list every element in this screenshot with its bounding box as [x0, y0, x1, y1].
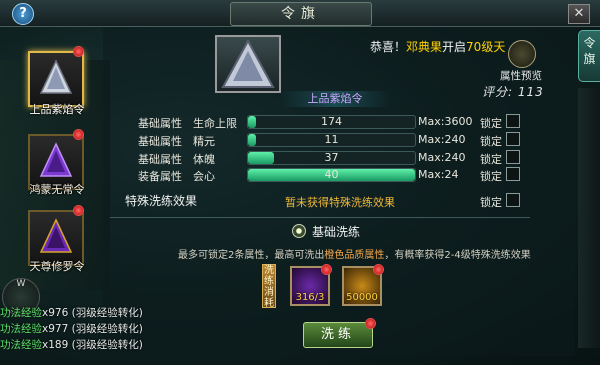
lock-checkbox[interactable]	[506, 167, 520, 181]
notification-dot	[73, 46, 84, 57]
score-value: 113	[517, 85, 544, 99]
item-display	[215, 35, 281, 93]
announcement: 恭喜！邓典果开启70级天	[370, 38, 505, 55]
flag-label-1: 上品紫焰令	[29, 103, 85, 116]
lock-label: 锁定	[480, 196, 502, 209]
special-lock-row: 锁定	[110, 192, 530, 210]
attribute-max: Max:240	[418, 133, 466, 146]
notification-dot	[73, 205, 84, 216]
log-prefix: 功法经验	[0, 307, 42, 319]
attribute-preview-link[interactable]: 属性预览	[500, 68, 542, 83]
lock-checkbox[interactable]	[506, 150, 520, 164]
attribute-row: 基础属性 生命上限 174 Max:3600 锁定	[110, 113, 530, 131]
notice-player: 邓典果	[406, 40, 443, 54]
tab-lingqi[interactable]: 令旗	[578, 30, 600, 82]
notice-prefix: 恭喜！	[370, 40, 407, 54]
lock-label: 锁定	[480, 117, 502, 130]
lock-label: 锁定	[480, 170, 502, 183]
attribute-max: Max:24	[418, 168, 459, 181]
attribute-row: 装备属性 会心 40 Max:24 锁定	[110, 166, 530, 184]
gold-coin-icon[interactable]: 50000	[342, 264, 384, 306]
divider	[110, 217, 530, 218]
attribute-row: 基础属性 精元 11 Max:240 锁定	[110, 131, 530, 149]
notice-highlight: 70级天	[466, 40, 506, 54]
flag-gem-icon	[39, 142, 73, 177]
log-text: x189 (羽级经验转化)	[42, 339, 143, 351]
flag-gem-icon	[39, 218, 73, 253]
notification-dot	[365, 318, 376, 329]
flag-label-2: 鸿蒙无常令	[29, 183, 85, 196]
radio-selected-icon[interactable]	[292, 224, 306, 238]
chat-log-line: 功法经验x976 (羽级经验转化)	[0, 305, 143, 320]
desc-part1: 最多可锁定2条属性，最高可洗出	[178, 250, 325, 261]
tab-label: 令旗	[583, 36, 596, 66]
score: 评分: 113	[482, 83, 544, 100]
lock-label: 锁定	[480, 153, 502, 166]
basic-wash-label: 基础洗练	[312, 225, 361, 239]
log-text: x977 (羽级经验转化)	[42, 323, 143, 335]
attribute-category: 装备属性	[138, 170, 182, 183]
resource-count: 316/3	[295, 292, 325, 303]
attribute-name: 生命上限	[193, 117, 237, 130]
resource-count: 50000	[346, 292, 378, 303]
wash-description: 最多可锁定2条属性，最高可洗出橙色品质属性，有概率获得2-4级特殊洗练效果	[178, 246, 531, 261]
close-button[interactable]: ✕	[568, 4, 590, 24]
desc-highlight: 橙色品质属性	[324, 250, 385, 261]
item-name: 上品紫焰令	[280, 91, 390, 107]
log-prefix: 功法经验	[0, 323, 42, 335]
chat-log-line: 功法经验x189 (羽级经验转化)	[0, 337, 143, 352]
notice-middle: 开启	[442, 40, 467, 54]
lock-checkbox[interactable]	[506, 132, 520, 146]
lock-checkbox[interactable]	[506, 114, 520, 128]
attribute-category: 基础属性	[138, 153, 182, 166]
attribute-max: Max:240	[418, 151, 466, 164]
attribute-category: 基础属性	[138, 135, 182, 148]
purple-crystal-icon[interactable]: 316/3	[290, 264, 332, 306]
minimap-label: W	[16, 279, 26, 289]
lock-checkbox[interactable]	[506, 193, 520, 207]
consume-label: 洗练消耗	[262, 264, 276, 309]
attribute-value: 174	[321, 115, 342, 128]
flag-label-3: 天尊修罗令	[29, 260, 85, 273]
attribute-value: 37	[324, 151, 339, 164]
notification-dot	[321, 264, 332, 275]
attribute-name: 体魄	[193, 153, 215, 166]
attribute-value: 11	[324, 133, 339, 146]
flag-slot-1[interactable]	[28, 51, 84, 107]
attribute-category: 基础属性	[138, 117, 182, 130]
flag-item-icon	[221, 38, 275, 88]
log-prefix: 功法经验	[0, 339, 42, 351]
preview-icon[interactable]	[508, 40, 536, 68]
attribute-name: 会心	[193, 170, 215, 183]
window-title: 令旗	[230, 2, 372, 26]
flag-gem-icon	[39, 59, 73, 94]
help-icon[interactable]: ?	[12, 3, 34, 25]
wash-button[interactable]: 洗练	[303, 322, 373, 348]
chat-log-line: 功法经验x977 (羽级经验转化)	[0, 321, 143, 336]
right-strip	[578, 88, 600, 348]
attribute-name: 精元	[193, 135, 215, 148]
attribute-row: 基础属性 体魄 37 Max:240 锁定	[110, 149, 530, 167]
score-label: 评分:	[482, 85, 514, 99]
log-text: x976 (羽级经验转化)	[42, 307, 143, 319]
notification-dot	[73, 129, 84, 140]
lock-label: 锁定	[480, 135, 502, 148]
notification-dot	[373, 264, 384, 275]
attribute-value: 40	[324, 168, 339, 181]
desc-part2: ，有概率获得2-4级特殊洗练效果	[384, 250, 531, 261]
attribute-max: Max:3600	[418, 115, 473, 128]
